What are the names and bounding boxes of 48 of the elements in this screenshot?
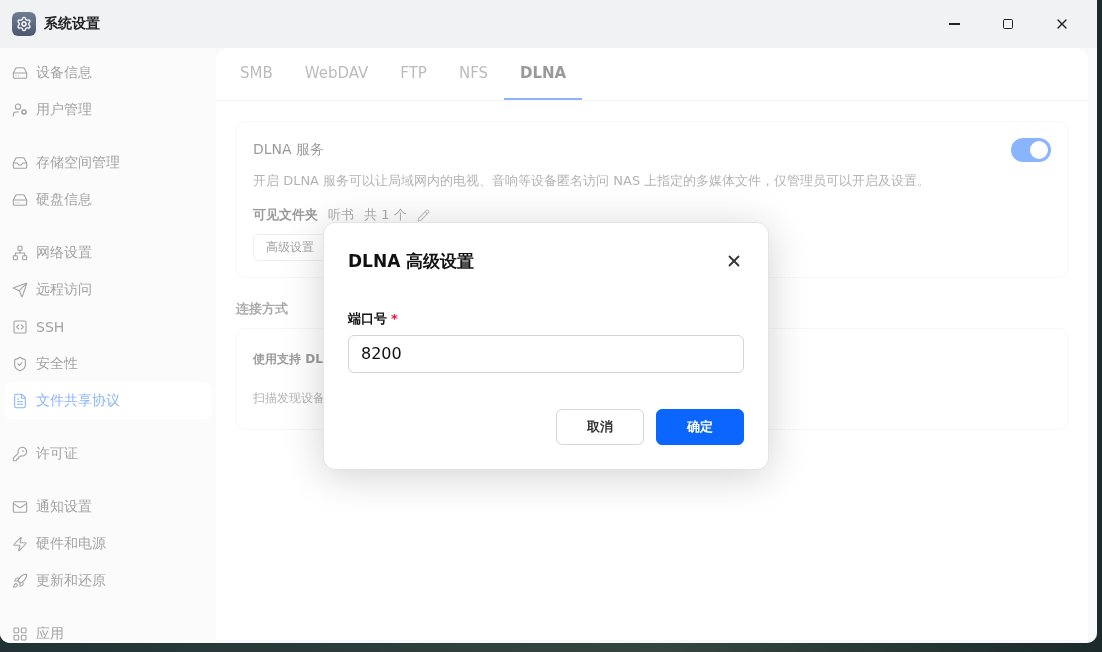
- section-title: 连接方式: [236, 300, 288, 318]
- cancel-button[interactable]: 取消: [556, 409, 644, 445]
- service-description: 开启 DLNA 服务可以让局域网内的电视、音响等设备匿名访问 NAS 上指定的多媒体文件，仅管理员可以开启及设置。: [253, 172, 932, 190]
- folder-name: 听书: [328, 206, 354, 224]
- grid-icon: [12, 625, 28, 642]
- mail-icon: [12, 498, 28, 515]
- edit-icon[interactable]: [416, 208, 430, 222]
- lightning-icon: [12, 535, 28, 552]
- user-icon: [12, 101, 28, 118]
- sidebar-item[interactable]: 更新和还原: [4, 562, 212, 599]
- connection-row-text: 使用支持 DL: [253, 351, 323, 368]
- sidebar-item[interactable]: 通知设置: [4, 488, 212, 525]
- settings-app-icon: [12, 12, 36, 36]
- window-title: 系统设置: [44, 15, 101, 33]
- sidebar-item[interactable]: 用户管理: [4, 91, 212, 128]
- document-icon: [12, 392, 28, 409]
- sidebar-item[interactable]: 文件共享协议: [4, 382, 212, 419]
- minimize-icon: [948, 23, 960, 25]
- port-input[interactable]: 8200: [348, 334, 744, 373]
- drive-icon: [12, 191, 28, 208]
- shield-icon: [12, 355, 28, 372]
- rocket-icon: [12, 572, 28, 589]
- sidebar-item[interactable]: 远程访问: [4, 271, 212, 308]
- sidebar-item[interactable]: 设备信息: [4, 54, 212, 91]
- sidebar-item[interactable]: 安全性: [4, 345, 212, 382]
- service-title: DLNA 服务: [253, 141, 326, 159]
- connection-row-text: 扫描发现设备: [253, 390, 325, 407]
- sidebar-item[interactable]: 存储空间管理: [4, 144, 212, 181]
- maximize-icon: [1002, 18, 1014, 30]
- send-icon: [12, 281, 28, 298]
- inbox-icon: [12, 154, 28, 171]
- sidebar-item[interactable]: 硬盘信息: [4, 181, 212, 218]
- required-asterisk: *: [391, 311, 398, 327]
- key-icon: [12, 445, 28, 462]
- sidebar-item[interactable]: SSH: [4, 308, 212, 345]
- sidebar-item[interactable]: 应用: [4, 615, 212, 643]
- sidebar-item[interactable]: 网络设置: [4, 234, 212, 271]
- code-icon: [12, 318, 28, 335]
- sidebar-item[interactable]: 许可证: [4, 435, 212, 472]
- folder-count: 共 1 个: [364, 206, 407, 224]
- network-icon: [12, 244, 28, 261]
- field-label: 端口号: [348, 309, 387, 328]
- sidebar-item[interactable]: 硬件和电源: [4, 525, 212, 562]
- dialog-title: DLNA 高级设置: [348, 249, 475, 273]
- folders-label: 可见文件夹: [253, 206, 318, 224]
- drive-icon: [12, 64, 28, 81]
- confirm-button[interactable]: 确定: [656, 409, 744, 445]
- toggle-switch[interactable]: [1011, 138, 1051, 162]
